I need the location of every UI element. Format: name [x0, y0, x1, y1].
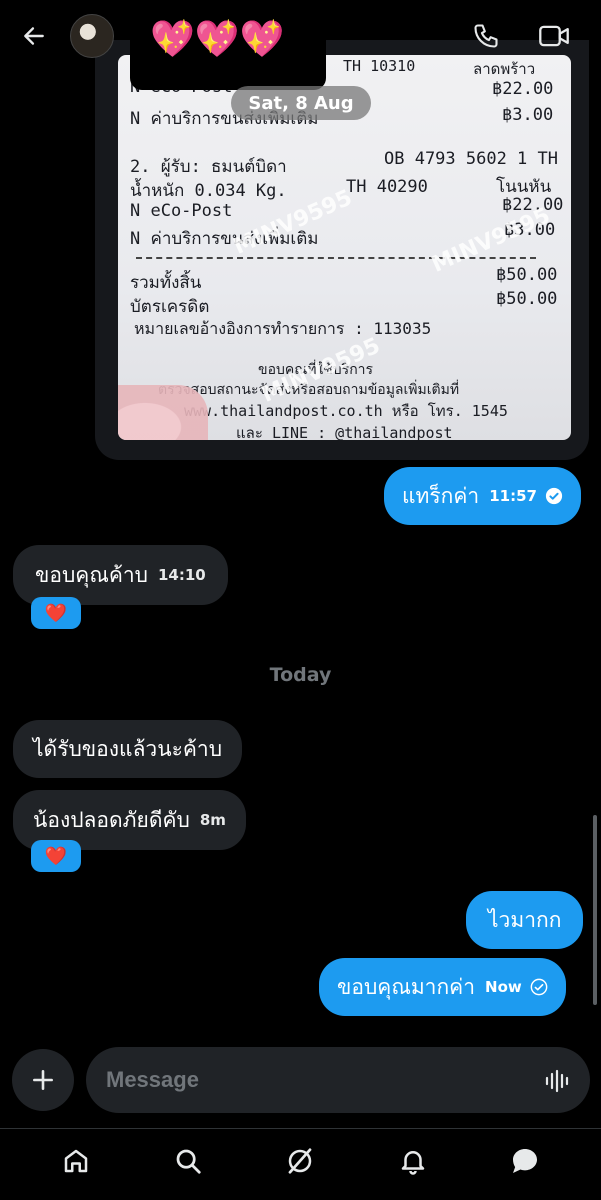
receipt-line: TH 40290 [346, 177, 428, 197]
message-incoming[interactable]: ได้รับของแล้วนะค้าบ [13, 720, 243, 778]
message-text: แทร็กค่า [402, 483, 480, 508]
date-separator: Sat, 8 Aug [231, 86, 371, 120]
back-button[interactable] [18, 20, 50, 52]
chat-header [0, 0, 601, 72]
receipt-line: รวมทั้งสิ้น [130, 273, 202, 293]
call-button[interactable] [470, 20, 502, 52]
receipt-line: ฿50.00 [496, 289, 558, 309]
day-separator: Today [269, 664, 332, 686]
receipt-line: OB 4793 5602 1 TH [384, 149, 558, 169]
heart-icon: ❤️ [44, 845, 68, 867]
avatar[interactable] [70, 14, 114, 58]
message-time: Now [485, 978, 522, 996]
message-outgoing[interactable]: ขอบคุณมากค่า Now [319, 958, 566, 1016]
finger-in-photo [118, 385, 208, 440]
message-time: 14:10 [158, 566, 206, 584]
phone-icon [474, 24, 498, 48]
receipt-line: 2. ผู้รับ: ธมนต์บิดา [130, 157, 287, 177]
message-input[interactable] [106, 1061, 526, 1099]
receipt-line: น้ำหนัก 0.034 Kg. [130, 181, 287, 201]
receipt-line: ฿50.00 [496, 265, 558, 285]
bottom-tab-bar [0, 1128, 601, 1200]
receipt-line: N eCo-Post [130, 201, 233, 221]
read-check-icon [545, 487, 563, 505]
message-outgoing[interactable]: ไวมากก [466, 891, 584, 949]
search-icon [176, 1149, 201, 1174]
sent-check-icon [530, 978, 548, 996]
message-composer [86, 1047, 590, 1113]
message-text: ไวมากก [488, 907, 562, 932]
voice-message-button[interactable] [542, 1065, 574, 1097]
tab-notifications[interactable] [391, 1139, 435, 1183]
message-incoming[interactable]: ขอบคุณค้าบ 14:10 [13, 545, 228, 605]
arrow-left-icon [24, 27, 44, 45]
bell-icon [401, 1150, 424, 1175]
heart-icon: ❤️ [44, 602, 68, 624]
receipt-line: www.thailandpost.co.th หรือ โทร. 1545 [184, 402, 508, 420]
tab-messages[interactable] [503, 1139, 547, 1183]
message-text: น้องปลอดภัยดีคับ [33, 807, 190, 832]
receipt-line: บัตรเครดิต [130, 297, 210, 317]
message-text: ขอบคุณค้าบ [35, 562, 148, 587]
message-outgoing[interactable]: แทร็กค่า 11:57 [384, 467, 581, 525]
tab-grok[interactable] [278, 1139, 322, 1183]
reaction-badge[interactable]: ❤️ [31, 840, 81, 872]
grok-icon [289, 1147, 312, 1174]
tab-home[interactable] [54, 1139, 98, 1183]
message-text: ขอบคุณมากค่า [337, 974, 476, 999]
receipt-line: ฿3.00 [502, 105, 554, 125]
home-icon [64, 1149, 88, 1172]
message-time: 8m [199, 811, 226, 829]
messages-icon [512, 1148, 537, 1173]
message-text: ได้รับของแล้วนะค้าบ [33, 736, 223, 761]
tab-search[interactable] [166, 1139, 210, 1183]
voice-wave-icon [545, 1069, 569, 1093]
receipt-line: และ LINE : @thailandpost [236, 424, 453, 440]
plus-icon [33, 1070, 53, 1090]
reaction-badge[interactable]: ❤️ [31, 597, 81, 629]
message-time: 11:57 [489, 487, 537, 505]
receipt-line: หมายเลขอ้างอิงการทำรายการ : 113035 [134, 319, 432, 338]
scrollbar[interactable] [593, 815, 597, 1005]
video-call-button[interactable] [536, 20, 572, 52]
add-attachment-button[interactable] [12, 1049, 74, 1111]
video-camera-icon [539, 25, 569, 47]
receipt-line: ฿22.00 [492, 79, 554, 99]
